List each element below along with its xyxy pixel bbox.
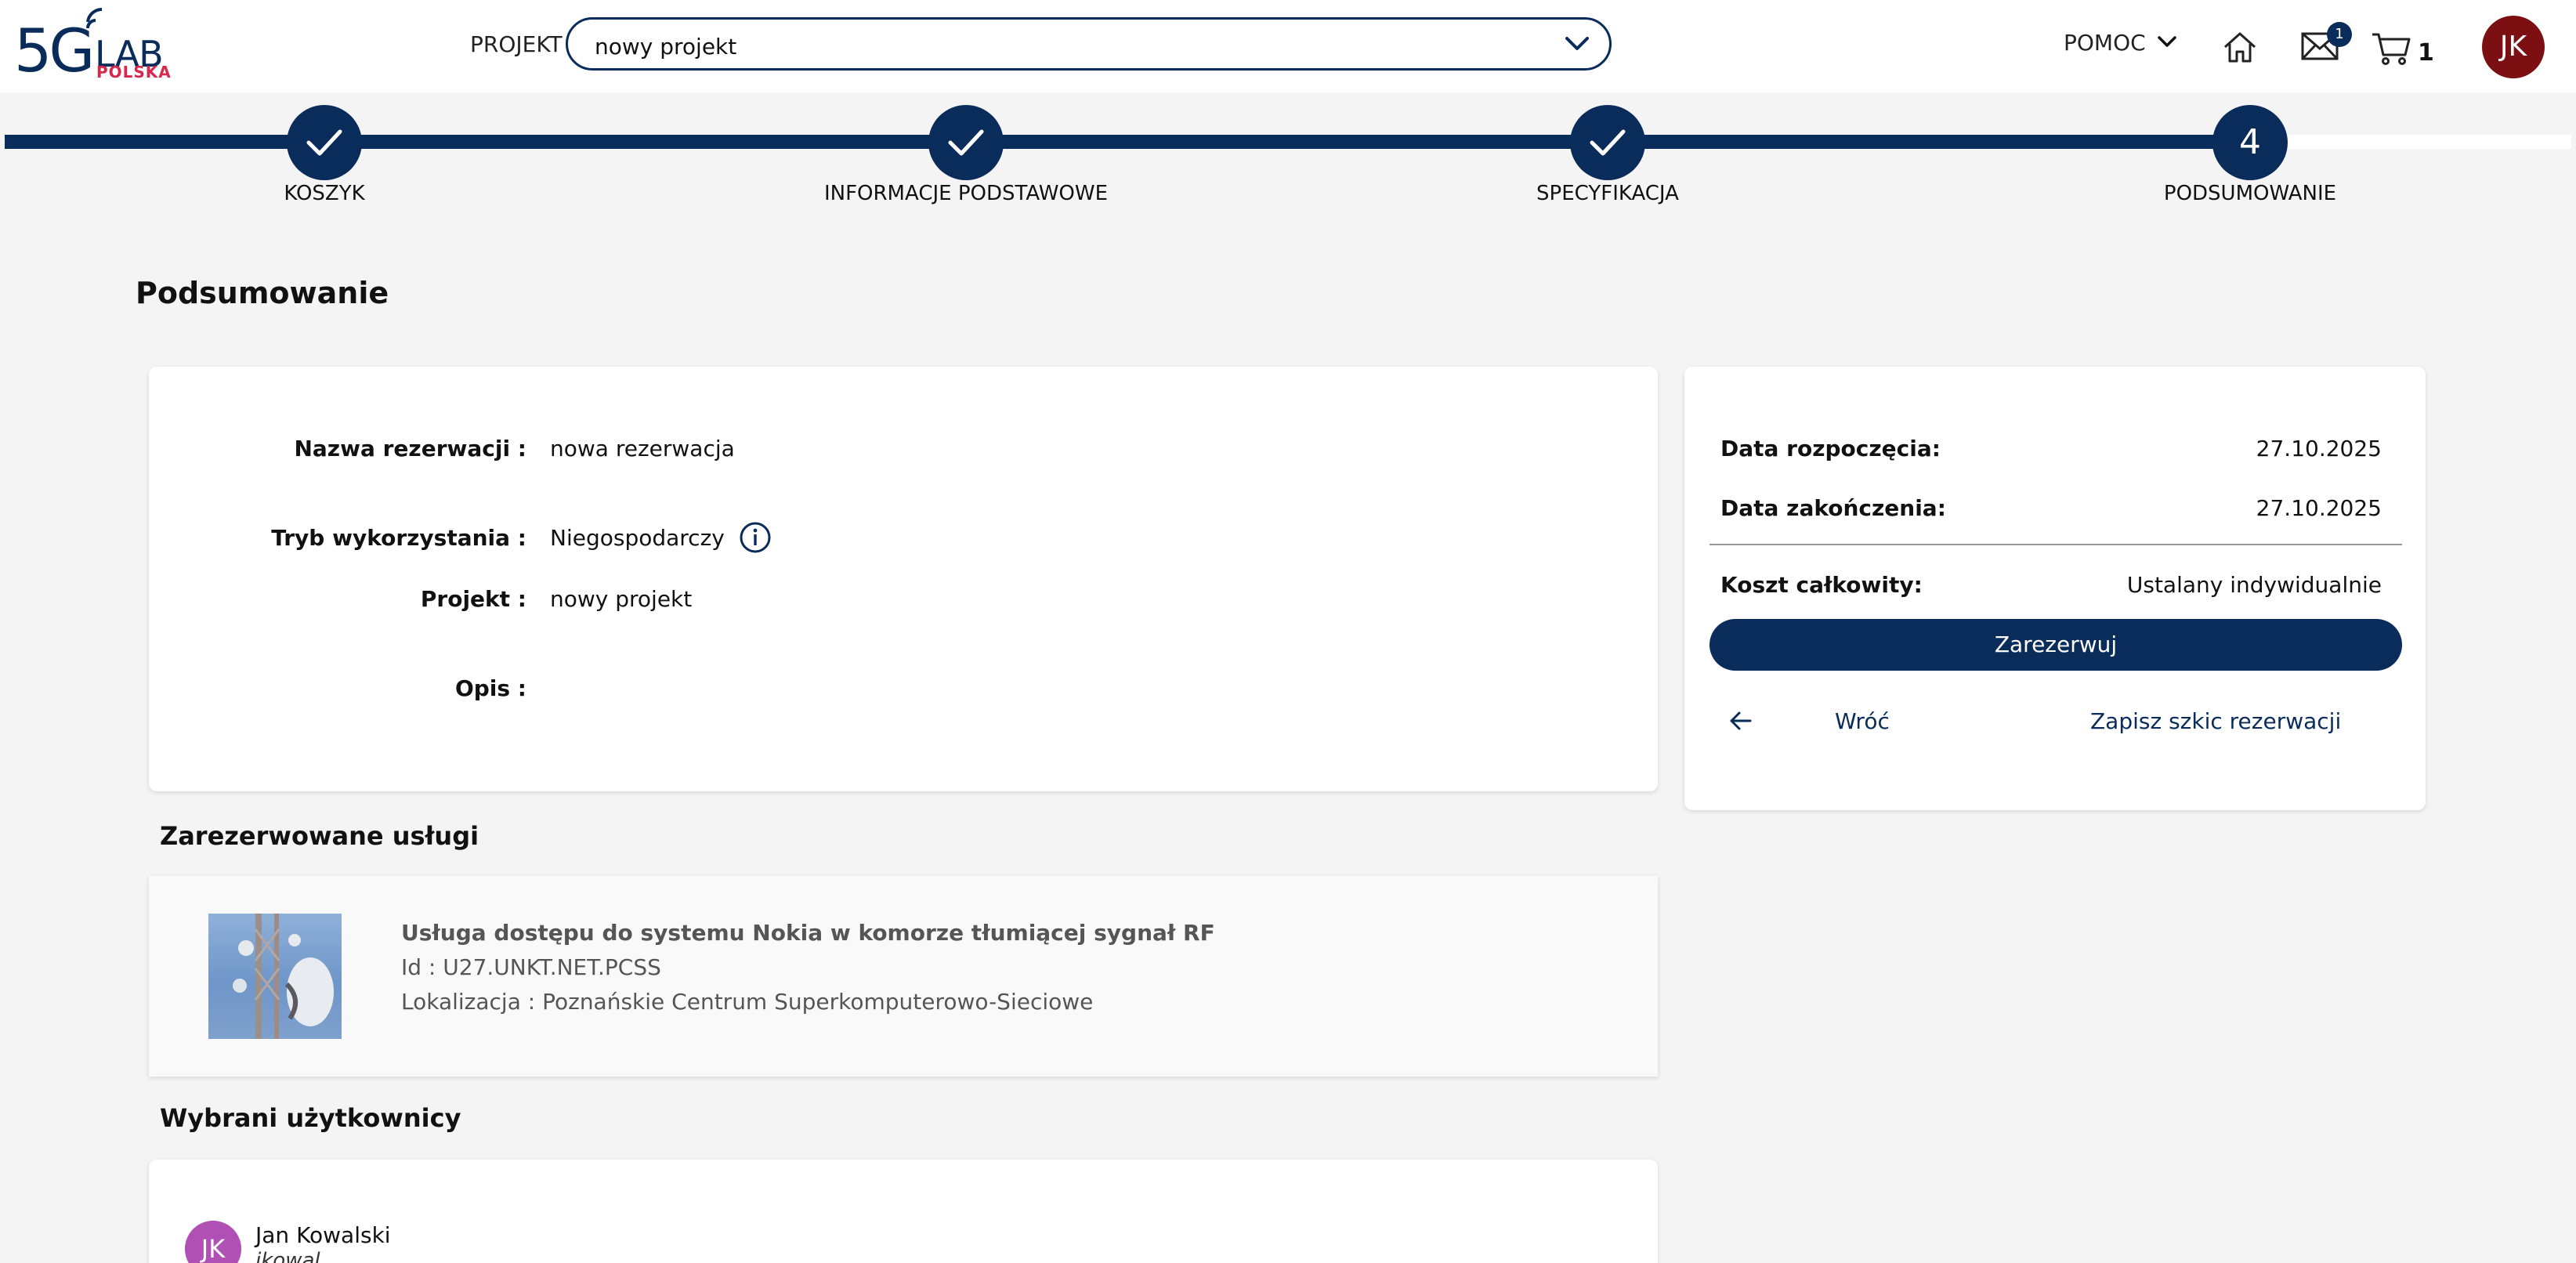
step-2-label: INFORMACJE PODSTAWOWE: [823, 182, 1109, 205]
service-item[interactable]: Usługa dostępu do systemu Nokia w komorz…: [149, 876, 1658, 1077]
chevron-down-icon: [1565, 37, 1589, 50]
service-id: Id : U27.UNKT.NET.PCSS: [401, 954, 661, 980]
reservation-name-value: nowa rezerwacja: [550, 436, 735, 461]
check-icon: [948, 129, 984, 156]
user-avatar: JK: [185, 1221, 241, 1263]
step-3-circle: [1570, 105, 1645, 180]
project-select[interactable]: nowy projekt: [566, 17, 1612, 71]
page-title: Podsumowanie: [136, 276, 389, 310]
usage-mode-value: Niegospodarczy: [550, 525, 725, 551]
project-field-value: nowy projekt: [550, 586, 693, 612]
total-cost-value: Ustalany indywidualnie: [2126, 572, 2382, 598]
selected-users-title: Wybrani użytkownicy: [160, 1103, 461, 1133]
home-icon[interactable]: [2222, 30, 2258, 64]
start-date-label: Data rozpoczęcia:: [1720, 436, 1941, 461]
info-icon[interactable]: [738, 520, 772, 555]
step-4-label: PODSUMOWANIE: [2163, 182, 2337, 205]
logo-5glab[interactable]: 5G LAB POLSKA: [14, 2, 172, 85]
back-link[interactable]: Wróć: [1835, 708, 1890, 734]
reservation-name-label: Nazwa rezerwacji :: [294, 436, 526, 461]
divider: [1709, 544, 2402, 545]
mail-badge: 1: [2327, 22, 2352, 47]
help-menu[interactable]: POMOC: [2064, 30, 2146, 56]
user-login: jkowal: [255, 1249, 320, 1263]
antenna-tower-image: [233, 914, 334, 1039]
arrow-left-icon[interactable]: [1728, 710, 1753, 732]
usage-mode-label: Tryb wykorzystania :: [271, 525, 526, 551]
service-image: [208, 914, 342, 1039]
description-label: Opis :: [454, 675, 526, 701]
cart-icon[interactable]: [2371, 31, 2411, 66]
start-date-value: 27.10.2025: [2256, 436, 2382, 461]
step-3-label: SPECYFIKACJA: [1536, 182, 1679, 205]
step-4-circle: 4: [2212, 105, 2288, 180]
service-location: Lokalizacja : Poznańskie Centrum Superko…: [401, 989, 1094, 1015]
service-name: Usługa dostępu do systemu Nokia w komorz…: [401, 920, 1215, 946]
reserved-services-title: Zarezerwowane usługi: [160, 821, 479, 851]
project-field-label: Projekt :: [420, 586, 526, 612]
step-1-label: KOSZYK: [284, 182, 365, 205]
end-date-label: Data zakończenia:: [1720, 495, 1946, 521]
reserve-button[interactable]: Zarezerwuj: [1709, 619, 2402, 671]
user-avatar[interactable]: JK: [2482, 16, 2545, 78]
total-cost-label: Koszt całkowity:: [1720, 572, 1923, 598]
chevron-down-icon[interactable]: [2156, 34, 2178, 50]
save-draft-link[interactable]: Zapisz szkic rezerwacji: [2090, 708, 2341, 734]
step-1-circle: [287, 105, 362, 180]
step-2-circle: [928, 105, 1004, 180]
check-icon: [306, 129, 342, 156]
project-select-value: nowy projekt: [595, 34, 737, 60]
selected-users-card: JK Jan Kowalski jkowal: [149, 1160, 1658, 1263]
cart-count: 1: [2418, 39, 2434, 67]
user-name: Jan Kowalski: [255, 1222, 391, 1248]
check-icon: [1590, 129, 1626, 156]
top-bar: 5G LAB POLSKA PROJEKT nowy projekt POMOC…: [0, 0, 2576, 92]
end-date-value: 27.10.2025: [2256, 495, 2382, 521]
reservation-summary-card: Nazwa rezerwacji : nowa rezerwacja Tryb …: [149, 367, 1658, 791]
logo-polska-text: POLSKA: [96, 63, 172, 81]
logo-5g-text: 5G: [14, 16, 95, 85]
reservation-side-panel: Data rozpoczęcia: 27.10.2025 Data zakońc…: [1684, 367, 2426, 810]
project-label: PROJEKT: [470, 31, 563, 57]
